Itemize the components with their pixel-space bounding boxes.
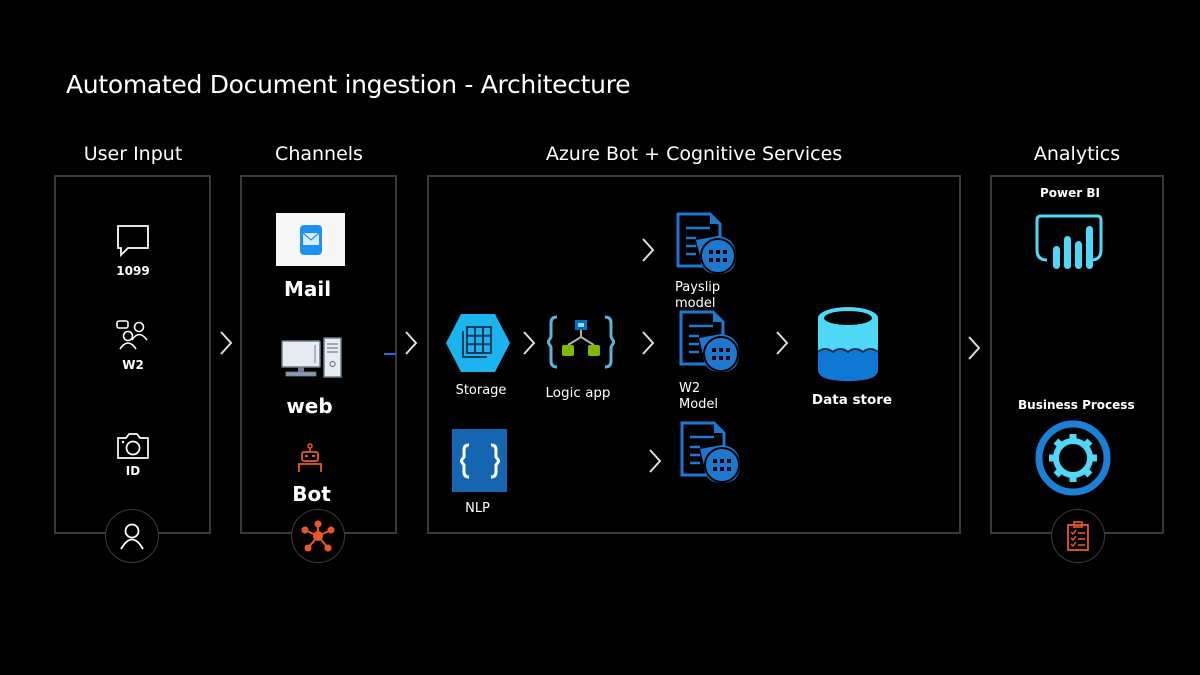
label-power-bi: Power BI <box>1040 186 1100 200</box>
robot-icon <box>297 443 323 477</box>
label-id: ID <box>125 464 141 478</box>
connector-dash <box>384 353 396 355</box>
model-label-line2: Model <box>679 397 719 412</box>
chevron-right-icon <box>640 330 656 360</box>
document-model-icon <box>680 421 746 489</box>
chevron-right-icon <box>774 330 790 360</box>
label-data-store: Data store <box>811 392 893 408</box>
chevron-right-icon <box>218 330 234 360</box>
label-bot: Bot <box>292 482 331 506</box>
gear-icon <box>1035 420 1111 500</box>
mail-icon <box>276 213 345 266</box>
data-store-icon <box>817 306 879 386</box>
label-w2-model: W2 Model <box>679 381 718 413</box>
page-title: Automated Document ingestion - Architect… <box>66 70 631 99</box>
document-model-icon <box>679 310 745 378</box>
hub-network-icon <box>291 509 345 563</box>
label-payslip-model: Payslip model <box>675 280 720 312</box>
people-chat-icon <box>116 320 150 354</box>
chat-bubble-icon <box>116 224 150 262</box>
chevron-right-icon <box>640 237 656 267</box>
chevron-right-icon <box>403 330 419 360</box>
label-mail: Mail <box>283 277 332 301</box>
camera-icon <box>116 432 150 464</box>
label-w2: W2 <box>122 358 144 372</box>
label-nlp: NLP <box>465 501 490 516</box>
label-business-process: Business Process <box>1018 398 1135 412</box>
heading-channels: Channels <box>275 143 363 165</box>
chevron-right-icon <box>647 448 663 478</box>
storage-icon <box>445 313 511 377</box>
chevron-right-icon <box>521 330 537 360</box>
clipboard-checklist-icon <box>1051 509 1105 563</box>
desktop-computer-icon <box>281 337 343 383</box>
logic-app-icon <box>546 315 616 373</box>
user-icon <box>105 509 159 563</box>
heading-analytics: Analytics <box>1033 143 1121 165</box>
model-label-line1: Payslip <box>675 280 721 295</box>
model-label-line1: W2 <box>679 381 701 396</box>
document-model-icon <box>676 212 742 280</box>
power-bi-icon <box>1033 214 1105 276</box>
heading-user-input: User Input <box>83 143 183 165</box>
label-logic-app: Logic app <box>545 385 611 401</box>
label-web: web <box>286 394 333 418</box>
label-1099: 1099 <box>116 264 150 278</box>
chevron-right-icon <box>966 335 982 365</box>
nlp-icon <box>452 429 507 492</box>
heading-azure: Azure Bot + Cognitive Services <box>545 143 843 165</box>
label-storage: Storage <box>455 383 507 398</box>
